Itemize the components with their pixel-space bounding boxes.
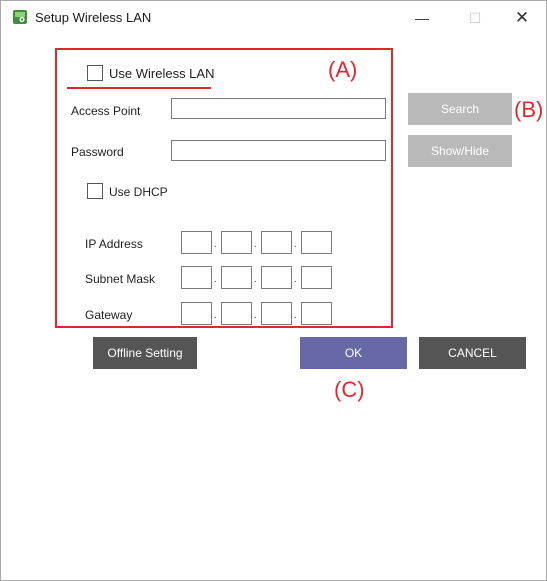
- callout-a-label: (A): [328, 57, 358, 82]
- close-button[interactable]: ✕: [506, 5, 538, 31]
- ok-button[interactable]: OK: [300, 337, 407, 369]
- minimize-button[interactable]: —: [406, 5, 438, 31]
- callout-a-box: [55, 48, 393, 328]
- setup-wireless-lan-dialog: Setup Wireless LAN — ☐ ✕ Use Wireless LA…: [0, 0, 547, 581]
- app-icon: [13, 10, 27, 24]
- callout-b-label: (B): [514, 97, 544, 122]
- window-title: Setup Wireless LAN: [35, 10, 152, 25]
- title-bar[interactable]: Setup Wireless LAN — ☐ ✕: [1, 1, 546, 35]
- maximize-button[interactable]: ☐: [459, 5, 491, 31]
- offline-setting-button[interactable]: Offline Setting: [93, 337, 197, 369]
- show-hide-button[interactable]: Show/Hide: [408, 135, 512, 167]
- callout-underline: [67, 87, 211, 89]
- cancel-button[interactable]: CANCEL: [419, 337, 526, 369]
- search-button[interactable]: Search: [408, 93, 512, 125]
- callout-c-label: (C): [334, 377, 365, 402]
